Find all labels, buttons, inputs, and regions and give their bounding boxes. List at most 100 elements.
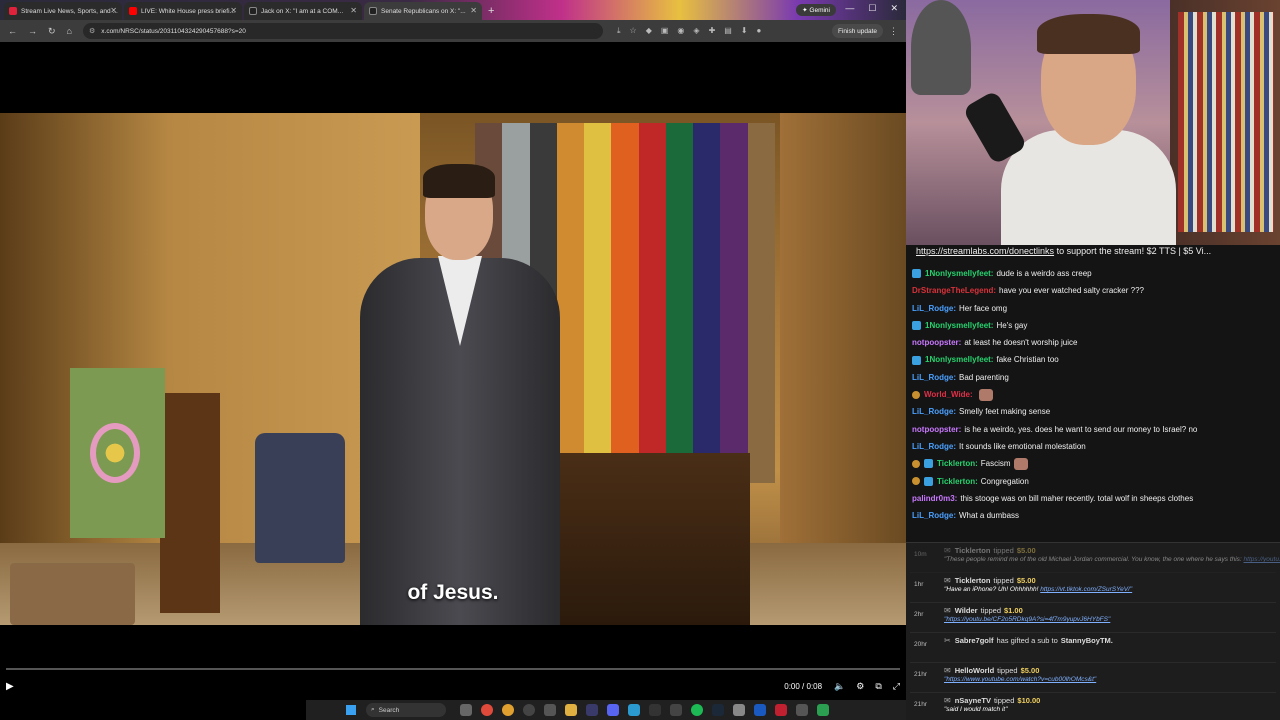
bookmark-star-icon[interactable]: ☆ [630, 26, 637, 36]
tab-title: LIVE: White House press briefi... [141, 7, 235, 15]
donation-action: tipped [980, 606, 1001, 615]
donation-action: tipped [997, 666, 1018, 675]
install-app-icon[interactable]: ⤓ [617, 26, 621, 36]
chat-username[interactable]: 1Nonlysmellyfeet: [925, 351, 993, 368]
app-icon[interactable] [628, 704, 640, 716]
new-tab-button[interactable]: + [488, 2, 494, 20]
tip-icon: ✉ [944, 666, 951, 675]
app-icon[interactable] [670, 704, 682, 716]
chat-text: Her face omg [959, 303, 1008, 313]
browser-tab-4-active[interactable]: Senate Republicans on X: "... ✕ [364, 2, 482, 20]
minimize-icon[interactable]: — [845, 3, 854, 14]
chat-username[interactable]: notpoopster: [912, 421, 961, 438]
donate-link[interactable]: https://streamlabs.com/donectlinks [916, 246, 1054, 256]
file-explorer-icon[interactable] [565, 704, 577, 716]
video-progress-bar[interactable] [6, 668, 900, 670]
finish-update-button[interactable]: Finish update [831, 24, 883, 38]
chat-username[interactable]: notpoopster: [912, 334, 961, 351]
discord-icon[interactable] [607, 704, 619, 716]
browser-tab-strip: Stream Live News, Sports, and ... ✕ LIVE:… [0, 0, 906, 20]
close-tab-icon[interactable]: ✕ [350, 6, 357, 15]
extension-icon[interactable]: ▣ [661, 26, 669, 36]
chrome-icon[interactable] [502, 704, 514, 716]
app-icon[interactable] [544, 704, 556, 716]
chat-username[interactable]: LiL_Rodge: [912, 403, 956, 420]
browser-tab-1[interactable]: Stream Live News, Sports, and ... ✕ [4, 2, 122, 20]
fullscreen-icon[interactable]: ⤢ [893, 681, 900, 692]
taskbar-search[interactable]: ⌕ Search [366, 703, 446, 717]
reload-icon[interactable]: ↻ [48, 26, 56, 37]
video-player[interactable]: of Jesus. [0, 42, 906, 702]
maximize-icon[interactable]: ☐ [868, 3, 876, 14]
home-icon[interactable]: ⌂ [67, 26, 72, 36]
chat-username[interactable]: World_Wide: [924, 386, 973, 403]
app-icon[interactable] [775, 704, 787, 716]
start-icon[interactable] [346, 705, 356, 715]
chat-username[interactable]: LiL_Rodge: [912, 300, 956, 317]
close-tab-icon[interactable]: ✕ [230, 6, 237, 15]
close-tab-icon[interactable]: ✕ [110, 6, 117, 15]
donation-link[interactable]: https://vt.tiktok.com/ZSurSYeV/" [1040, 586, 1132, 593]
donation-link[interactable]: "https://www.youtube.com/watch?v=cub00lh… [944, 676, 1096, 683]
volume-icon[interactable]: 🔈 [834, 681, 845, 692]
site-info-icon[interactable]: ⚙ [89, 27, 95, 35]
scene-pulpit [160, 393, 220, 613]
tab-title: Jack on X: "I am at a COM... [261, 7, 344, 15]
browser-tab-3[interactable]: Jack on X: "I am at a COM... ✕ [244, 2, 362, 20]
donation-feed: 10m ✉ Ticklerton tipped $5.00 "These people r… [906, 542, 1280, 720]
tab-favicon-icon [129, 7, 137, 15]
menu-kebab-icon[interactable]: ⋮ [889, 26, 898, 37]
chat-username[interactable]: DrStrangeTheLegend: [912, 282, 996, 299]
gemini-button[interactable]: ✦ Gemini [796, 4, 836, 16]
chat-username[interactable]: 1Nonlysmellyfeet: [925, 265, 993, 282]
settings-gear-icon[interactable]: ⚙ [856, 681, 864, 692]
notion-icon[interactable] [733, 704, 745, 716]
chrome-icon[interactable] [481, 704, 493, 716]
chat-username[interactable]: 1Nonlysmellyfeet: [925, 317, 993, 334]
app-icon[interactable] [754, 704, 766, 716]
donation-age: 1hr [914, 581, 924, 588]
chat-message: notpoopster: is he a weirdo, yes. does he… [912, 421, 1280, 438]
spotify-icon[interactable] [691, 704, 703, 716]
obs-icon[interactable] [523, 704, 535, 716]
donation-age: 21hr [914, 671, 928, 678]
picture-in-picture-icon[interactable]: ⧉ [875, 681, 881, 692]
donation-message: "https://www.youtube.com/watch?v=cub00lh… [944, 676, 1280, 683]
task-view-icon[interactable] [460, 704, 472, 716]
app-icon[interactable] [586, 704, 598, 716]
webcam-books [1178, 12, 1274, 232]
chat-username[interactable]: Ticklerton: [937, 455, 978, 472]
chat-username[interactable]: LiL_Rodge: [912, 507, 956, 524]
chat-username[interactable]: palindr0m3: [912, 490, 957, 507]
close-window-icon[interactable]: ✕ [890, 3, 898, 14]
chat-username[interactable]: LiL_Rodge: [912, 438, 956, 455]
video-frame [0, 113, 906, 625]
close-tab-icon[interactable]: ✕ [470, 6, 477, 15]
donation-link[interactable]: https://youtu.be/9Dwq7VhtrfbM?si=SUbxoX9… [1244, 556, 1280, 563]
app-icon[interactable] [796, 704, 808, 716]
chat-message: World_Wide: [912, 386, 1280, 403]
downloads-icon[interactable]: ⬇ [741, 26, 748, 36]
app-icon[interactable] [817, 704, 829, 716]
chat-username[interactable]: Ticklerton: [937, 473, 978, 490]
profile-avatar-icon[interactable]: ● [757, 26, 762, 36]
back-icon[interactable]: ← [8, 26, 17, 36]
browser-tab-2[interactable]: LIVE: White House press briefi... ✕ [124, 2, 242, 20]
video-controls: ▶ 0:00 / 0:08 🔈 ⚙ ⧉ ⤢ [0, 676, 906, 696]
chat-message: LiL_Rodge: It sounds like emotional moles… [912, 438, 1280, 455]
donate-banner: https://streamlabs.com/donectlinks to su… [906, 245, 1280, 259]
url-bar[interactable]: ⚙ x.com/NRSC/status/2031104324290457688?… [82, 23, 603, 39]
donation-age: 20hr [914, 641, 928, 648]
extension-icon[interactable]: ◈ [693, 26, 699, 36]
extension-icons: ⤓ ☆ ◆ ▣ ◉ ◈ ✚ ▤ ⬇ ● [617, 26, 761, 36]
extension-icon[interactable]: ◆ [646, 26, 652, 36]
steam-icon[interactable] [712, 704, 724, 716]
chat-username[interactable]: LiL_Rodge: [912, 369, 956, 386]
forward-icon[interactable]: → [28, 26, 37, 36]
extension-icon[interactable]: ◉ [677, 26, 684, 36]
extensions-puzzle-icon[interactable]: ✚ [709, 26, 716, 36]
sidebar-icon[interactable]: ▤ [724, 26, 732, 36]
app-icon[interactable] [649, 704, 661, 716]
donation-link[interactable]: "https://youtu.be/CF2o5RDkq9A?si=4f7m9yu… [944, 616, 1110, 623]
play-icon[interactable]: ▶ [6, 681, 14, 692]
